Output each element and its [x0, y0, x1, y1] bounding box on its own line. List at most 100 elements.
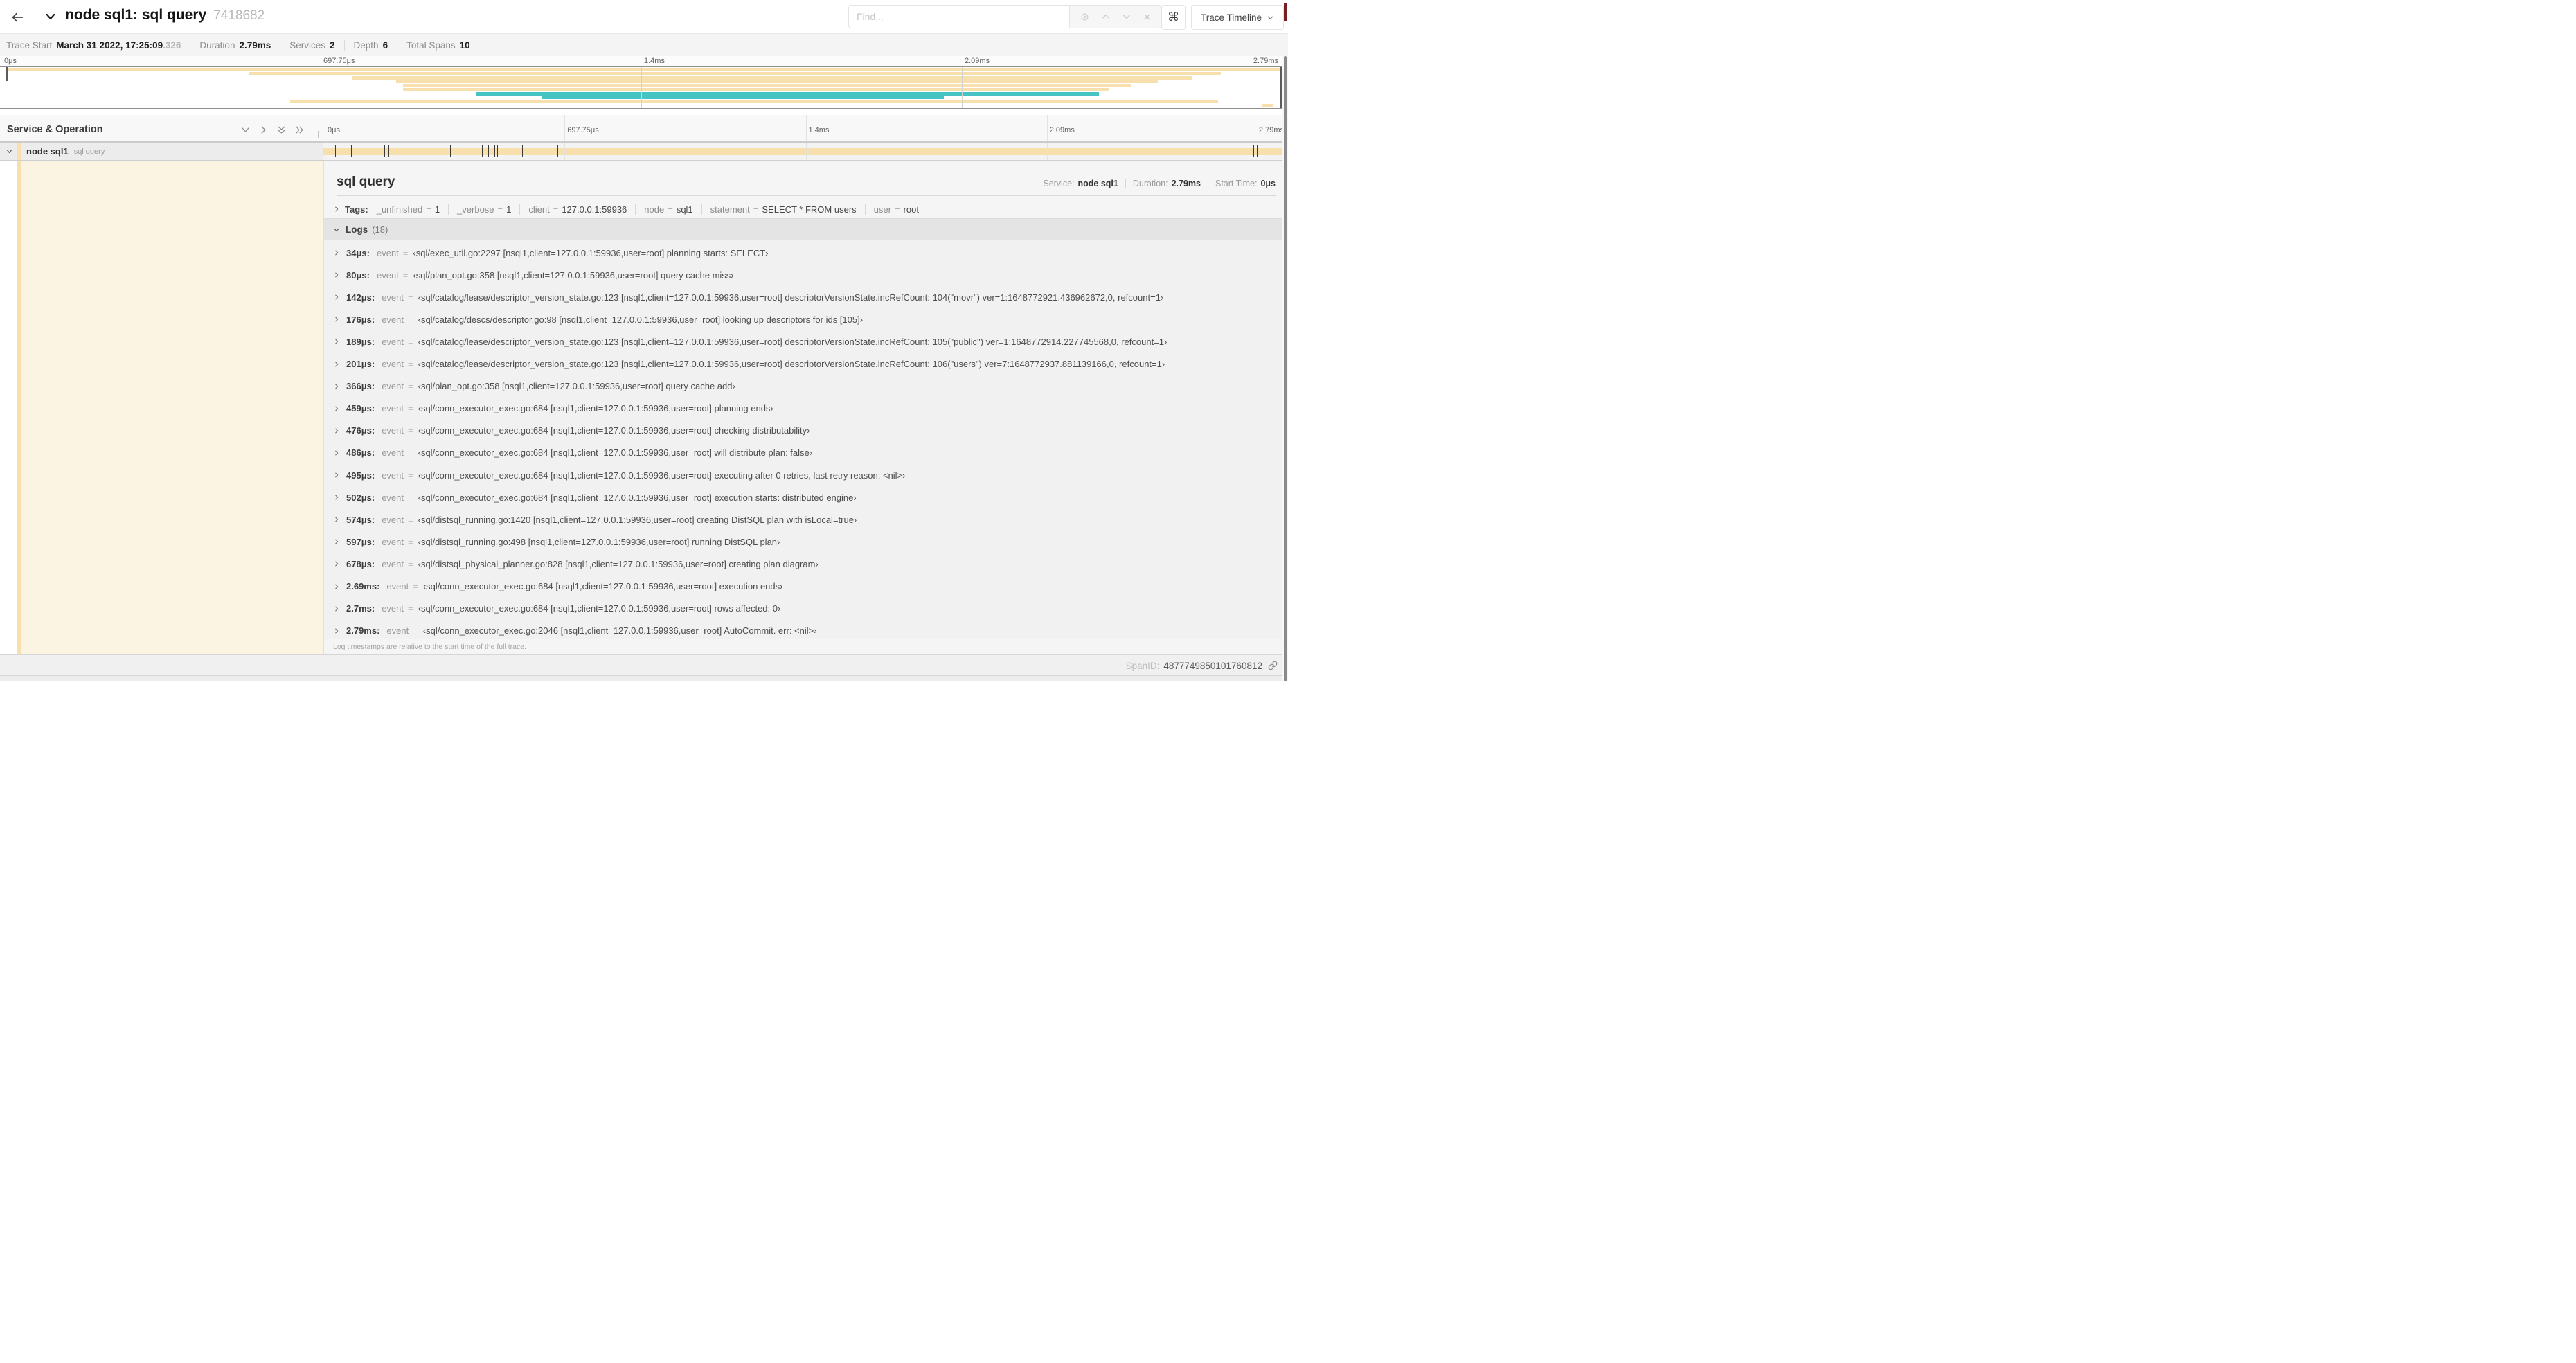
log-row[interactable]: 574μs: event = ‹sql/distsql_running.go:1420…	[333, 513, 1276, 526]
grid-line	[1046, 143, 1048, 160]
log-row[interactable]: 201μs: event = ‹sql/catalog/lease/descripto…	[333, 357, 1276, 371]
chevron-down-icon	[46, 13, 55, 20]
minimap-span-bar	[289, 100, 1219, 104]
log-timestamp: 176μs:	[346, 314, 375, 325]
tag[interactable]: _unfinished = 1	[375, 204, 448, 215]
log-row[interactable]: 189μs: event = ‹sql/catalog/lease/descripto…	[333, 335, 1276, 348]
log-row[interactable]: 486μs: event = ‹sql/conn_executor_exec.go:6…	[333, 446, 1276, 460]
log-marker	[521, 145, 523, 157]
clear-find-icon[interactable]	[1143, 12, 1152, 21]
chevron-right-icon	[335, 384, 339, 389]
log-row[interactable]: 2.7ms: event = ‹sql/conn_executor_exec.go:6…	[333, 602, 1276, 616]
collapse-one-icon[interactable]	[240, 125, 251, 135]
column-resize-handle[interactable]	[316, 131, 319, 138]
grid-line	[805, 143, 807, 160]
tag[interactable]: user = root	[864, 204, 927, 215]
keyboard-shortcuts-button[interactable]: ⌘	[1161, 5, 1186, 30]
vertical-scrollbar[interactable]	[1282, 56, 1288, 682]
service-operation-title: Service & Operation	[7, 124, 103, 135]
tag[interactable]: statement = SELECT * FROM users	[701, 204, 865, 215]
log-field-value: ‹sql/conn_executor_exec.go:684 [nsql1,cl…	[418, 492, 857, 503]
log-row[interactable]: 502μs: event = ‹sql/conn_executor_exec.go:6…	[333, 490, 1276, 504]
minimap-span-bar	[402, 84, 1132, 88]
log-row[interactable]: 176μs: event = ‹sql/catalog/descs/descripto…	[333, 312, 1276, 326]
prev-match-icon[interactable]	[1101, 12, 1111, 21]
grid-line	[962, 67, 963, 108]
log-row[interactable]: 2.79ms: event = ‹sql/conn_executor_exec.go:…	[333, 624, 1276, 638]
log-field-name: event	[386, 625, 409, 636]
log-marker	[388, 145, 390, 157]
log-timestamp: 678μs:	[346, 558, 375, 569]
span-row-timeline[interactable]	[323, 143, 1288, 160]
logs-header[interactable]: Logs (18)	[324, 218, 1282, 241]
log-field-value: ‹sql/catalog/lease/descriptor_version_st…	[418, 359, 1165, 369]
minimap-canvas[interactable]	[0, 66, 1282, 109]
collapse-all-icon[interactable]	[276, 125, 287, 135]
span-id-footer: SpanID: 4877749850101760812	[0, 654, 1288, 676]
minimap-left-drag-handle[interactable]	[6, 67, 8, 81]
log-field-value: ‹sql/catalog/lease/descriptor_version_st…	[418, 292, 1164, 303]
span-row[interactable]: node sql1 sql query	[0, 143, 1288, 161]
log-row[interactable]: 597μs: event = ‹sql/distsql_running.go:498 …	[333, 535, 1276, 549]
timeline-tick-label: 2.79ms	[1258, 126, 1284, 134]
log-row[interactable]: 476μs: event = ‹sql/conn_executor_exec.go:6…	[333, 424, 1276, 438]
arrow-left-icon	[12, 12, 24, 22]
log-row[interactable]: 495μs: event = ‹sql/conn_executor_exec.go:6…	[333, 468, 1276, 482]
trace-summary-item: Trace Start March 31 2022, 17:25:09.326	[6, 40, 181, 51]
find-input[interactable]	[848, 5, 1069, 28]
log-row[interactable]: 34μs: event = ‹sql/exec_util.go:2297 [nsql1…	[333, 246, 1276, 260]
log-row[interactable]: 678μs: event = ‹sql/distsql_physical_planne…	[333, 557, 1276, 571]
log-timestamp: 486μs:	[346, 447, 375, 458]
log-field-name: event	[382, 359, 404, 369]
log-row[interactable]: 459μs: event = ‹sql/conn_executor_exec.go:6…	[333, 402, 1276, 416]
chevron-right-icon	[335, 584, 339, 589]
log-row[interactable]: 2.69ms: event = ‹sql/conn_executor_exec.go:…	[333, 580, 1276, 594]
log-row[interactable]: 366μs: event = ‹sql/plan_opt.go:358 [nsql1,…	[333, 380, 1276, 393]
chevron-down-icon[interactable]	[6, 148, 13, 155]
expand-all-icon[interactable]	[294, 125, 305, 135]
minimap-span-bar	[352, 75, 1192, 80]
log-timestamp: 80μs:	[346, 269, 370, 280]
log-timestamp: 2.79ms:	[346, 625, 380, 636]
log-row[interactable]: 142μs: event = ‹sql/catalog/lease/descripto…	[333, 290, 1276, 304]
log-field-value: ‹sql/conn_executor_exec.go:684 [nsql1,cl…	[422, 581, 783, 591]
tags-row[interactable]: Tags: _unfinished = 1 _verbose = 1 client = 127.…	[333, 202, 1276, 216]
locate-icon[interactable]	[1080, 12, 1090, 22]
trace-view-label: Trace Timeline	[1201, 12, 1262, 23]
tags-label: Tags:	[345, 204, 368, 215]
timeline-header-icons	[240, 125, 305, 135]
trace-view-selector[interactable]: Trace Timeline	[1191, 5, 1285, 30]
tag[interactable]: client = 127.0.0.1:59936	[519, 204, 635, 215]
detail-meta-item: Duration: 2.79ms	[1125, 179, 1201, 188]
link-icon[interactable]	[1268, 661, 1278, 670]
timeline-tick-label: 697.75μs	[323, 57, 355, 65]
timeline-tick-label: 0μs	[4, 57, 17, 65]
log-marker	[497, 145, 498, 157]
span-operation-name: sql query	[73, 147, 105, 156]
detail-meta: Service: node sql1 Duration: 2.79ms Start Ti…	[1043, 179, 1276, 188]
log-field-name: event	[376, 269, 399, 280]
log-field-value: ‹sql/plan_opt.go:358 [nsql1,client=127.0…	[418, 381, 735, 392]
minimap-span-bar	[6, 68, 1280, 71]
log-field-name: event	[382, 381, 404, 392]
log-marker	[449, 145, 451, 157]
expand-one-icon[interactable]	[258, 125, 269, 135]
log-field-value: ‹sql/conn_executor_exec.go:2046 [nsql1,c…	[422, 625, 817, 636]
trace-summary-item: Services 2	[280, 40, 343, 51]
tag[interactable]: node = sql1	[635, 204, 701, 215]
log-field-value: ‹sql/conn_executor_exec.go:684 [nsql1,cl…	[418, 403, 773, 414]
span-row-name-column[interactable]: node sql1 sql query	[0, 143, 323, 160]
back-button[interactable]	[8, 8, 26, 26]
scrollbar-thumb[interactable]	[1284, 56, 1287, 682]
next-match-icon[interactable]	[1122, 12, 1132, 21]
chevron-right-icon	[335, 406, 339, 411]
collapse-trace-header-button[interactable]	[44, 10, 57, 23]
timeline-tick-label: 1.4ms	[644, 57, 665, 65]
tag[interactable]: _verbose = 1	[448, 204, 519, 215]
minimap-tick-labels: 0μs 697.75μs 1.4ms 2.09ms 2.79ms	[0, 56, 1282, 66]
log-timestamp: 366μs:	[346, 381, 375, 392]
log-row[interactable]: 80μs: event = ‹sql/plan_opt.go:358 [nsql1,c…	[333, 268, 1276, 282]
span-row-names: node sql1 sql query	[26, 143, 105, 160]
command-icon: ⌘	[1168, 10, 1179, 24]
log-field-name: event	[382, 425, 404, 436]
